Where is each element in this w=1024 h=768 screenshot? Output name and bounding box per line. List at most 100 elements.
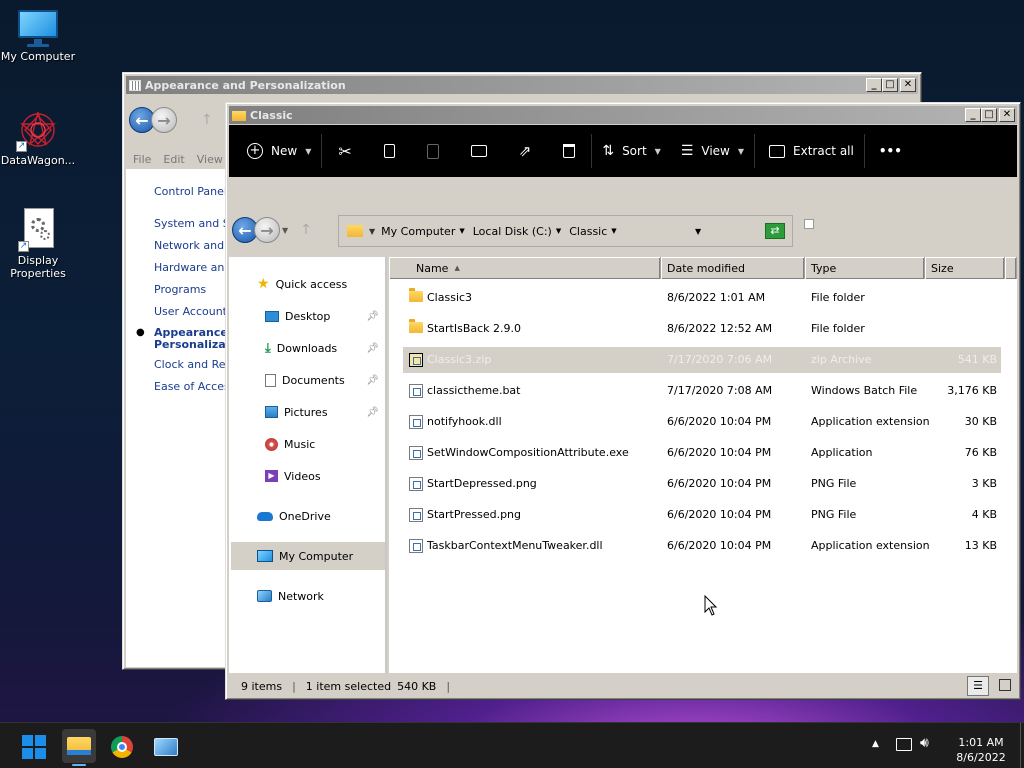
column-header-size[interactable]: Size [925, 257, 1005, 279]
menu-bar: File Edit View [133, 153, 223, 166]
file-type: zip Archive [811, 353, 872, 366]
file-date: 8/6/2022 1:01 AM [667, 291, 766, 304]
minimize-button[interactable]: _ [866, 78, 882, 92]
rename-button[interactable] [455, 125, 503, 177]
breadcrumb-my-computer[interactable]: My Computer ▼ [381, 225, 465, 238]
large-icons-view-button[interactable] [999, 679, 1011, 691]
pin-icon[interactable]: 📌︎ [366, 375, 379, 386]
paste-button[interactable] [411, 125, 455, 177]
nav-downloads[interactable]: ⤓ Downloads 📌︎ [265, 337, 385, 359]
title-bar[interactable]: Appearance and Personalization _ □ ✕ [126, 76, 918, 94]
pin-icon[interactable]: 📌︎ [366, 311, 379, 322]
forward-button[interactable]: → [151, 107, 177, 133]
nav-onedrive[interactable]: OneDrive [257, 505, 331, 527]
nav-documents[interactable]: Documents 📌︎ [265, 369, 385, 391]
recent-locations-chevron-icon[interactable]: ▼ [282, 226, 288, 235]
breadcrumb-classic[interactable]: Classic ▼ [569, 225, 616, 238]
file-row[interactable]: SetWindowCompositionAttribute.exe 6/6/202… [403, 440, 1001, 466]
close-button[interactable]: ✕ [999, 108, 1015, 122]
file-name: notifyhook.dll [427, 415, 502, 428]
up-arrow-icon[interactable]: ↑ [201, 112, 213, 128]
file-size: 30 KB [964, 415, 997, 428]
show-hidden-icons-button[interactable]: ▲ [872, 739, 879, 749]
file-row[interactable]: TaskbarContextMenuTweaker.dll 6/6/2020 10… [403, 533, 1001, 559]
breadcrumb-local-disk[interactable]: Local Disk (C:) ▼ [473, 225, 562, 238]
sort-button[interactable]: ⇅ Sort ▼ [592, 125, 671, 177]
copy-button[interactable] [368, 125, 411, 177]
clock-time: 1:01 AM [958, 736, 1004, 749]
cut-button[interactable]: ✂ [322, 125, 367, 177]
chevron-down-icon: ▼ [611, 227, 617, 235]
show-desktop-button[interactable] [1020, 723, 1024, 768]
new-button[interactable]: + New ▼ [229, 125, 321, 177]
taskbar-control-panel[interactable] [150, 731, 182, 763]
nav-music[interactable]: Music [265, 433, 315, 455]
clock[interactable]: 1:01 AM 8/6/2022 [950, 735, 1012, 765]
desktop-icon-datawagon[interactable]: ↗ DataWagon... [0, 108, 78, 167]
file-date: 6/6/2020 10:04 PM [667, 415, 772, 428]
file-name: StartDepressed.png [427, 477, 537, 490]
nav-network[interactable]: Network [257, 585, 324, 607]
minimize-button[interactable]: _ [965, 108, 981, 122]
link-programs[interactable]: Programs [154, 283, 206, 296]
file-row[interactable]: Classic3.zip 7/17/2020 7:06 AM zip Archive… [403, 347, 1001, 373]
maximize-button[interactable]: □ [981, 108, 997, 122]
file-row[interactable]: Classic3 8/6/2022 1:01 AM File folder [403, 285, 1001, 311]
link-appearance-personalization[interactable]: Appearance Personalizat [154, 327, 231, 351]
status-bar: 9 items | 1 item selected 540 KB | ☰ [229, 675, 1017, 697]
menu-file[interactable]: File [133, 153, 151, 166]
file-row[interactable]: notifyhook.dll 6/6/2020 10:04 PM Applicati… [403, 409, 1001, 435]
address-dropdown-icon[interactable]: ▼ [695, 227, 701, 236]
file-row[interactable]: StartDepressed.png 6/6/2020 10:04 PM PNG F… [403, 471, 1001, 497]
extract-all-button[interactable]: Extract all [755, 125, 864, 177]
file-row[interactable]: StartPressed.png 6/6/2020 10:04 PM PNG Fil… [403, 502, 1001, 528]
file-row[interactable]: StartIsBack 2.9.0 8/6/2022 12:52 AM File f… [403, 316, 1001, 342]
nav-desktop[interactable]: Desktop 📌︎ [265, 305, 385, 327]
title-bar[interactable]: Classic _ □ ✕ [229, 106, 1017, 124]
share-button[interactable]: ⇗ [503, 125, 548, 177]
forward-button[interactable]: → [254, 217, 280, 243]
refresh-button[interactable]: ⇄ [765, 223, 785, 239]
menu-view[interactable]: View [197, 153, 223, 166]
dll-file-icon [409, 415, 423, 429]
classic-explorer-window[interactable]: Classic _ □ ✕ + New ▼ ✂ ⇗ ⇅ Sort ▼ ☰ Vie… [225, 102, 1021, 700]
volume-icon[interactable]: 🔊︎ [920, 735, 929, 751]
details-view-button[interactable]: ☰ [967, 676, 989, 696]
start-button[interactable] [18, 731, 50, 763]
delete-button[interactable] [547, 125, 591, 177]
link-hardware[interactable]: Hardware and [154, 261, 231, 274]
link-ease-of-access[interactable]: Ease of Access [154, 380, 235, 393]
file-type: PNG File [811, 477, 857, 490]
address-bar[interactable]: ▼ My Computer ▼ Local Disk (C:) ▼ Classic ▼… [338, 215, 793, 247]
taskbar-file-explorer[interactable] [62, 729, 96, 766]
close-button[interactable]: ✕ [900, 78, 916, 92]
nav-label: My Computer [279, 549, 354, 563]
file-date: 6/6/2020 10:04 PM [667, 508, 772, 521]
taskbar-chrome[interactable] [106, 731, 138, 763]
column-header-date[interactable]: Date modified [661, 257, 805, 279]
nav-quick-access[interactable]: ★ Quick access [257, 273, 347, 295]
search-box[interactable] [804, 219, 814, 229]
network-status-icon[interactable] [896, 738, 912, 751]
view-button[interactable]: ☰ View ▼ [671, 125, 754, 177]
nav-my-computer[interactable]: My Computer [231, 542, 385, 570]
nav-videos[interactable]: ▶ Videos [265, 465, 321, 487]
folder-icon [409, 319, 423, 333]
link-user-accounts[interactable]: User Accounts [154, 305, 233, 318]
link-clock-region[interactable]: Clock and Regi [154, 358, 236, 371]
menu-edit[interactable]: Edit [163, 153, 184, 166]
nav-label: Network [278, 589, 324, 603]
more-options-button[interactable]: ••• [865, 125, 912, 177]
up-arrow-icon[interactable]: ↑ [300, 222, 312, 238]
file-row[interactable]: classictheme.bat 7/17/2020 7:08 AM Windows… [403, 378, 1001, 404]
desktop-icon-my-computer[interactable]: My Computer [0, 8, 78, 63]
file-date: 6/6/2020 10:04 PM [667, 477, 772, 490]
folder-icon [232, 111, 246, 121]
maximize-button[interactable]: □ [882, 78, 898, 92]
desktop-icon-display-properties[interactable]: ↗ Display Properties [0, 208, 78, 280]
column-header-name[interactable]: Name ▲ [389, 257, 661, 279]
nav-pictures[interactable]: Pictures 📌︎ [265, 401, 385, 423]
pin-icon[interactable]: 📌︎ [366, 407, 379, 418]
column-header-type[interactable]: Type [805, 257, 925, 279]
pin-icon[interactable]: 📌︎ [366, 343, 379, 354]
